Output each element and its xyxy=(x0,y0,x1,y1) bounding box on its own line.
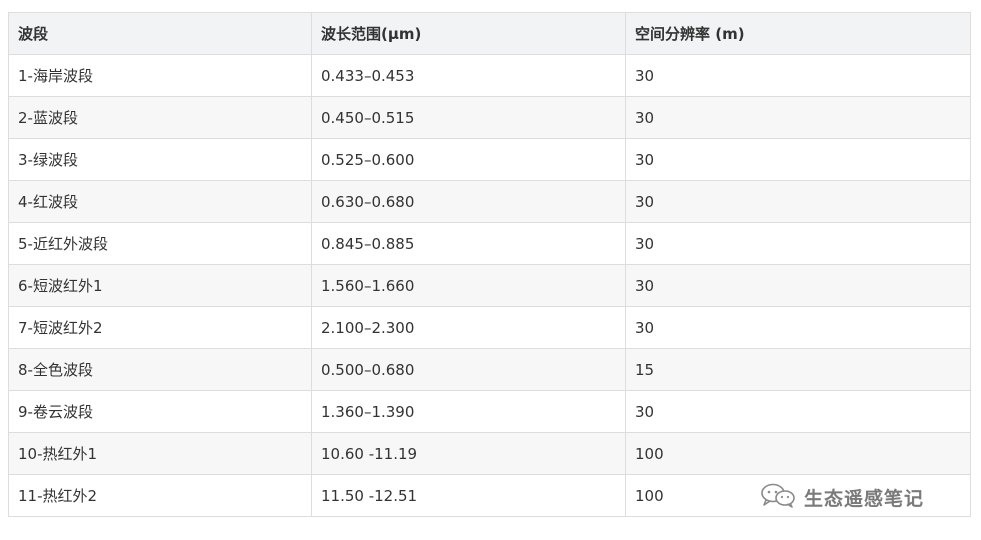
cell-band: 8-全色波段 xyxy=(8,348,312,391)
cell-resolution: 15 xyxy=(625,348,971,391)
cell-band: 6-短波红外1 xyxy=(8,264,312,307)
cell-wavelength: 11.50 -12.51 xyxy=(311,474,626,517)
cell-wavelength: 0.630–0.680 xyxy=(311,180,626,223)
cell-band: 10-热红外1 xyxy=(8,432,312,475)
table-row: 2-蓝波段 0.450–0.515 30 xyxy=(8,96,971,139)
watermark-text: 生态遥感笔记 xyxy=(804,487,925,510)
watermark: 生态遥感笔记 xyxy=(758,482,924,512)
cell-resolution: 30 xyxy=(625,306,971,349)
table-row: 4-红波段 0.630–0.680 30 xyxy=(8,180,971,223)
table-row: 1-海岸波段 0.433–0.453 30 xyxy=(8,54,971,97)
cell-wavelength: 1.560–1.660 xyxy=(311,264,626,307)
band-table-container: 波段 波长范围(μm) 空间分辨率 (m) 1-海岸波段 0.433–0.453… xyxy=(8,12,971,517)
cell-wavelength: 0.433–0.453 xyxy=(311,54,626,97)
band-table: 波段 波长范围(μm) 空间分辨率 (m) 1-海岸波段 0.433–0.453… xyxy=(8,12,971,517)
cell-wavelength: 10.60 -11.19 xyxy=(311,432,626,475)
cell-band: 7-短波红外2 xyxy=(8,306,312,349)
table-row: 6-短波红外1 1.560–1.660 30 xyxy=(8,264,971,307)
cell-resolution: 30 xyxy=(625,264,971,307)
cell-wavelength: 0.525–0.600 xyxy=(311,138,626,181)
table-row: 8-全色波段 0.500–0.680 15 xyxy=(8,348,971,391)
cell-band: 3-绿波段 xyxy=(8,138,312,181)
cell-wavelength: 1.360–1.390 xyxy=(311,390,626,433)
table-row: 5-近红外波段 0.845–0.885 30 xyxy=(8,222,971,265)
cell-wavelength: 0.500–0.680 xyxy=(311,348,626,391)
header-band: 波段 xyxy=(8,12,312,55)
cell-resolution: 30 xyxy=(625,390,971,433)
header-resolution: 空间分辨率 (m) xyxy=(625,12,971,55)
table-row: 3-绿波段 0.525–0.600 30 xyxy=(8,138,971,181)
cell-band: 4-红波段 xyxy=(8,180,312,223)
table-row: 7-短波红外2 2.100–2.300 30 xyxy=(8,306,971,349)
cell-resolution: 100 xyxy=(625,432,971,475)
cell-band: 9-卷云波段 xyxy=(8,390,312,433)
table-header-row: 波段 波长范围(μm) 空间分辨率 (m) xyxy=(8,12,971,55)
cell-wavelength: 2.100–2.300 xyxy=(311,306,626,349)
cell-band: 5-近红外波段 xyxy=(8,222,312,265)
table-row: 10-热红外1 10.60 -11.19 100 xyxy=(8,432,971,475)
header-wavelength: 波长范围(μm) xyxy=(311,12,626,55)
cell-resolution: 30 xyxy=(625,180,971,223)
cell-resolution: 30 xyxy=(625,138,971,181)
cell-band: 1-海岸波段 xyxy=(8,54,312,97)
cell-band: 11-热红外2 xyxy=(8,474,312,517)
table-row: 9-卷云波段 1.360–1.390 30 xyxy=(8,390,971,433)
cell-wavelength: 0.845–0.885 xyxy=(311,222,626,265)
cell-resolution: 30 xyxy=(625,54,971,97)
cell-resolution: 30 xyxy=(625,222,971,265)
wechat-icon xyxy=(758,482,798,513)
cell-wavelength: 0.450–0.515 xyxy=(311,96,626,139)
cell-resolution: 30 xyxy=(625,96,971,139)
cell-band: 2-蓝波段 xyxy=(8,96,312,139)
